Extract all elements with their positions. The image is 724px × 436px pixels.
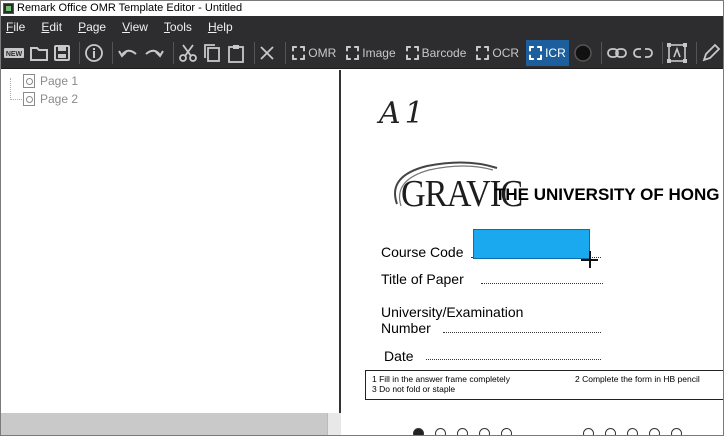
university-exam-label-2: Number	[381, 320, 431, 336]
toolbar-separator	[696, 41, 698, 64]
tree-item-page-2[interactable]: Page 2	[23, 91, 78, 107]
open-folder-icon[interactable]	[29, 40, 49, 66]
icr-region-selection[interactable]	[473, 229, 590, 259]
title-bar: Remark Office OMR Template Editor - Unti…	[1, 1, 723, 16]
region-bracket-icon	[346, 45, 360, 60]
toolbar-separator	[284, 41, 286, 64]
text-region-icon[interactable]	[666, 40, 688, 66]
record-icon[interactable]	[573, 40, 593, 66]
icr-tool-label: ICR	[545, 45, 566, 60]
tree-guide-line	[10, 78, 22, 100]
region-bracket-icon	[405, 45, 419, 60]
date-label: Date	[384, 348, 414, 364]
omr-bubble	[583, 428, 594, 435]
menu-file[interactable]: File	[6, 20, 25, 34]
toolbar-separator	[600, 41, 602, 64]
barcode-tool-button[interactable]: Barcode	[403, 40, 470, 66]
paste-icon[interactable]	[226, 40, 246, 66]
omr-bubble	[627, 428, 638, 435]
region-bracket-icon	[476, 45, 490, 60]
instruction-3: 3 Do not fold or staple	[372, 384, 456, 394]
scrollbar-thumb[interactable]	[327, 413, 341, 435]
ocr-tool-button[interactable]: OCR	[473, 40, 522, 66]
save-icon[interactable]	[53, 40, 71, 66]
copy-icon[interactable]	[202, 40, 222, 66]
pen-icon[interactable]	[701, 40, 721, 66]
tree-item-label: Page 2	[40, 92, 79, 106]
region-bracket-icon	[529, 45, 543, 60]
university-name: THE UNIVERSITY OF HONG K	[495, 185, 724, 204]
menu-page[interactable]: Page	[78, 20, 106, 34]
toolbar-separator	[253, 41, 255, 64]
menu-help[interactable]: Help	[208, 20, 233, 34]
app-window: Remark Office OMR Template Editor - Unti…	[0, 0, 724, 436]
undo-icon[interactable]	[117, 40, 139, 66]
omr-bubble	[457, 428, 468, 435]
delete-icon[interactable]	[258, 40, 276, 66]
template-canvas[interactable]: A1 GRAVIC THE UNIVERSITY OF HONG K Cours…	[343, 70, 724, 435]
toolbar-separator	[111, 41, 113, 64]
instructions-box: 1 Fill in the answer frame completely 3 …	[365, 370, 723, 400]
title-of-paper-label: Title of Paper	[381, 271, 464, 287]
icr-tool-button[interactable]: ICR	[526, 39, 569, 66]
ocr-tool-label: OCR	[492, 45, 520, 60]
link-icon[interactable]	[606, 40, 628, 66]
image-tool-label: Image	[362, 45, 396, 60]
region-bracket-icon	[292, 45, 306, 60]
horizontal-scrollbar[interactable]	[1, 413, 341, 435]
barcode-tool-label: Barcode	[421, 45, 467, 60]
omr-bubble	[413, 428, 424, 435]
toolbar-separator	[661, 41, 663, 64]
page-icon	[23, 92, 35, 106]
menu-view[interactable]: View	[122, 20, 148, 34]
omr-bubble	[479, 428, 490, 435]
image-tool-button[interactable]: Image	[343, 40, 398, 66]
omr-bubble	[649, 428, 660, 435]
date-dotted-line	[426, 359, 601, 360]
menu-edit[interactable]: Edit	[41, 20, 62, 34]
course-code-label: Course Code	[381, 244, 464, 260]
omr-bubble	[501, 428, 512, 435]
bubble-row	[413, 428, 723, 435]
omr-bubble	[671, 428, 682, 435]
app-logo-icon	[3, 3, 14, 14]
page-icon	[23, 74, 35, 88]
handwritten-label: A1	[379, 96, 428, 131]
window-title: Remark Office OMR Template Editor - Unti…	[17, 2, 243, 14]
university-exam-label-1: University/Examination	[381, 304, 524, 320]
instruction-1: 1 Fill in the answer frame completely	[372, 374, 510, 384]
omr-tool-button[interactable]: OMR	[289, 40, 339, 66]
toolbar-separator	[79, 41, 80, 64]
page-tree-panel: Page 1 Page 2	[1, 70, 341, 435]
toolbar-separator	[172, 41, 174, 64]
svg-text:NEW: NEW	[6, 51, 23, 58]
menu-tools[interactable]: Tools	[164, 20, 192, 34]
info-icon[interactable]	[84, 40, 104, 66]
omr-tool-label: OMR	[308, 45, 337, 60]
menu-bar: File Edit Page View Tools Help	[1, 16, 723, 37]
tree-item-page-1[interactable]: Page 1	[23, 73, 78, 89]
omr-bubble	[435, 428, 446, 435]
crosshair-cursor-icon	[581, 251, 598, 268]
unlink-icon[interactable]	[632, 40, 654, 66]
number-dotted-line	[443, 332, 601, 333]
toolbar: NEW OMR Image Barcode OCR ICR	[1, 37, 723, 69]
omr-bubble	[605, 428, 616, 435]
new-icon[interactable]: NEW	[3, 40, 25, 66]
cut-icon[interactable]	[178, 40, 198, 66]
redo-icon[interactable]	[143, 40, 165, 66]
instruction-2: 2 Complete the form in HB pencil	[575, 374, 700, 384]
tree-item-label: Page 1	[40, 74, 79, 88]
title-dotted-line	[481, 283, 603, 284]
